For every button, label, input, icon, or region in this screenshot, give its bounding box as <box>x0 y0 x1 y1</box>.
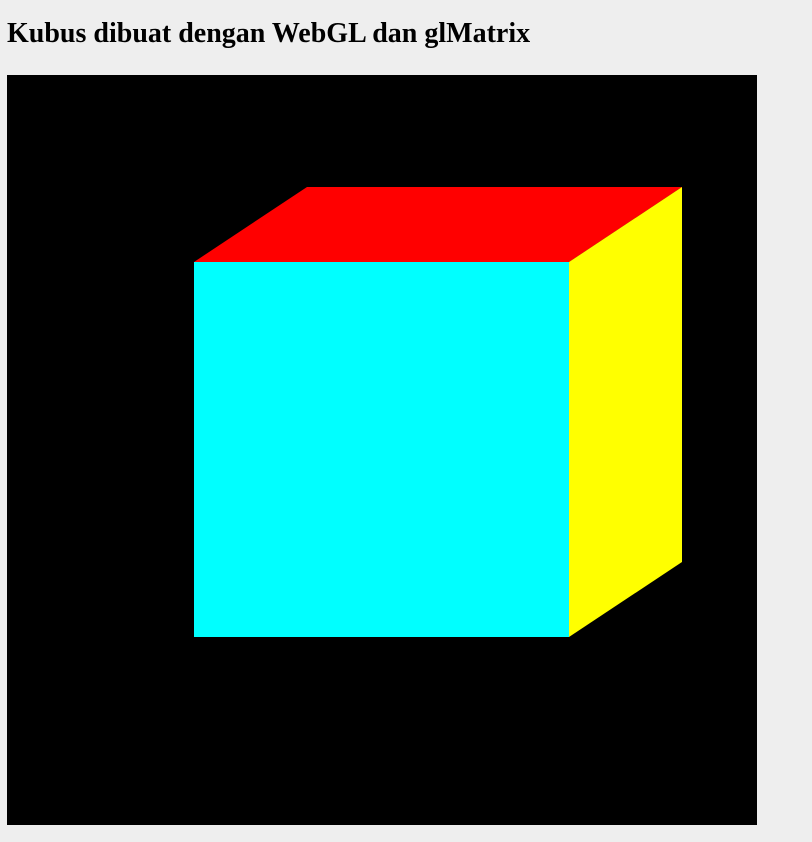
cube-right-face <box>569 187 682 637</box>
webgl-canvas[interactable] <box>7 75 757 825</box>
page-title: Kubus dibuat dengan WebGL dan glMatrix <box>7 18 531 49</box>
cube-render <box>7 75 757 825</box>
cube-front-face <box>194 262 569 637</box>
